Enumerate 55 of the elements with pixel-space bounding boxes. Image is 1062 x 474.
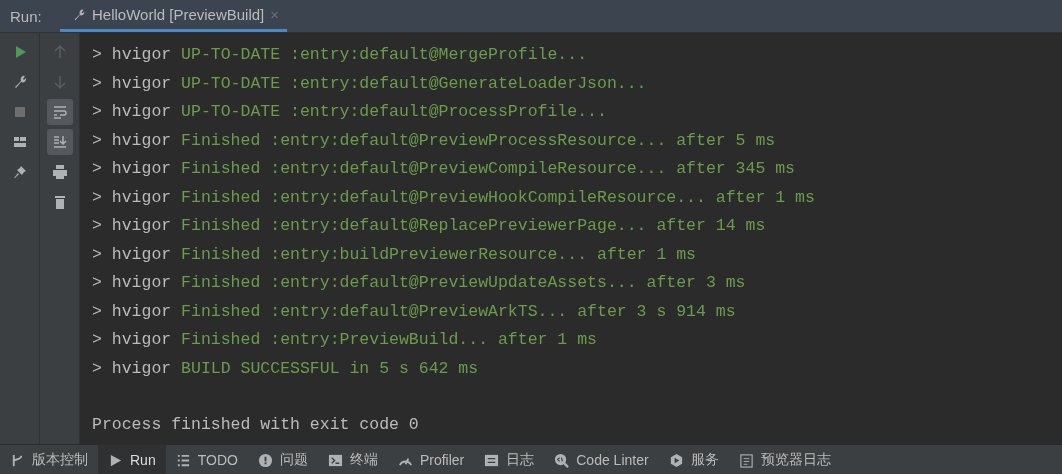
alert-icon [257,452,273,468]
tool-window-tab[interactable]: Code Linter [544,445,659,474]
console-prefix: > hvigor [92,72,172,95]
console-line: UP-TO-DATE :entry:default@ProcessProfile... [181,101,607,123]
console-prefix: > hvigor [92,44,172,66]
pin-icon [11,164,28,180]
terminal-icon [327,452,343,468]
scroll-to-end-button[interactable] [46,129,73,155]
print-icon [51,164,68,180]
tool-window-tab[interactable]: Run [98,445,166,474]
layout-icon [11,134,28,150]
console-prefix: > hvigor [92,129,172,152]
tool-window-tab[interactable]: Profiler [387,445,475,474]
console-line: Finished :entry:PreviewBuild... after 1 ms [181,329,597,351]
soft-wrap-icon [51,104,68,120]
console-line: Finished :entry:buildPreviewerResource... after 1 ms [181,243,696,266]
soft-wrap-button[interactable] [46,99,73,125]
console-prefix: > hvigor [92,186,172,209]
console-prefix: > hvigor [92,357,172,380]
tool-window-tab[interactable]: 版本控制 [0,445,98,474]
console-prefix: > hvigor [92,272,172,294]
play-hexagon-icon [668,452,684,468]
console-line: Finished :entry:default@PreviewCompileResource... after 345 ms [181,158,795,180]
console-line: UP-TO-DATE :entry:default@GenerateLoaderJson... [181,72,647,95]
down-arrow-icon [51,74,68,90]
document-icon [738,452,754,468]
console-line: BUILD SUCCESSFUL in 5 s 642 ms [181,357,479,380]
console-line: Finished :entry:default@ReplacePreviewerPage... after 14 ms [181,215,766,237]
lint-icon [554,452,570,468]
console-prefix: > hvigor [92,329,172,351]
console-line: UP-TO-DATE :entry:default@MergeProfile... [181,44,588,66]
console-prefix: > hvigor [92,215,172,237]
branch-icon [10,452,25,468]
console-line: Finished :entry:default@PreviewUpdateAssets... after 3 ms [181,272,746,294]
tool-window-tab[interactable]: TODO [165,445,248,474]
play-icon [108,452,123,468]
console-line: Finished :entry:default@PreviewArkTS... after 3 s 914 ms [181,300,736,323]
tool-window-tab[interactable]: 服务 [658,445,729,474]
console-prefix: > hvigor [92,300,172,323]
console-prefix: > hvigor [92,101,172,123]
configuration-tab[interactable]: HelloWorld [PreviewBuild] × [60,0,288,32]
console-line: Finished :entry:default@PreviewHookCompileResource... after 1 ms [181,186,815,209]
tool-window-tab[interactable]: 日志 [474,445,545,474]
scroll-to-end-icon [51,134,68,150]
tool-window-tab[interactable]: 终端 [317,445,388,474]
exit-message: Process finished with exit code 0 [92,415,419,434]
console-prefix: > hvigor [92,158,172,180]
wrench-icon [72,7,86,22]
tool-window-tab[interactable]: 问题 [247,445,318,474]
console-prefix: > hvigor [92,243,172,266]
list-icon [175,452,191,468]
tool-window-tab[interactable]: 预览器日志 [728,445,841,474]
console-line: Finished :entry:default@PreviewProcessResource... after 5 ms [181,129,776,152]
log-icon [484,452,500,468]
run-label: Run: [9,7,43,25]
